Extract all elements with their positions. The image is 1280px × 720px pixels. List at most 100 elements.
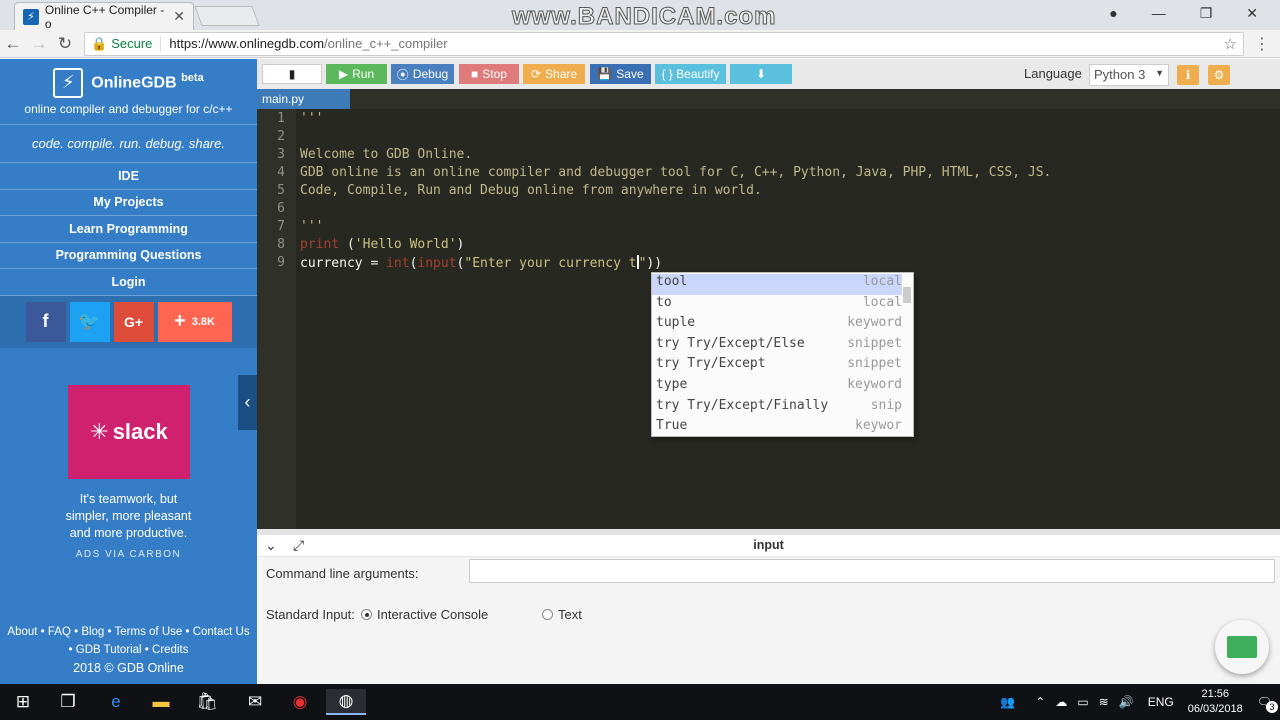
gear-icon: ⚙ [1213,68,1225,82]
file-explorer-icon[interactable]: ▬ [141,689,181,715]
back-icon[interactable]: ← [0,34,26,54]
minimize-icon[interactable]: — [1152,5,1166,21]
code-line-active: currency = int(input("Enter your currenc… [300,255,662,271]
autocomplete-item[interactable]: tool local [652,274,902,295]
windows-start-icon[interactable]: ⊞ [3,689,43,715]
cmd-args-label: Command line arguments: [266,566,419,581]
google-plus-icon[interactable]: G+ [113,301,154,342]
wifi-icon[interactable]: ≋ [1099,695,1109,709]
autocomplete-item[interactable]: tuple keyword [652,315,902,336]
url-field[interactable]: 🔒 Secure https://www.onlinegdb.com /onli… [84,31,1244,56]
sidebar-item-learn-programming[interactable]: Learn Programming [0,216,257,243]
brand-tagline: online compiler and debugger for c/c++ [24,101,233,116]
twitter-icon[interactable]: 🐦 [69,301,110,342]
autocomplete-item[interactable]: to local [652,295,902,316]
share-count-button[interactable]: + 3.8K [157,301,232,342]
new-file-button[interactable]: ▮ [262,64,322,84]
mail-app-icon[interactable]: ✉ [235,689,275,715]
slack-ad-image[interactable]: ✳ slack [68,385,190,479]
autocomplete-scrollbar[interactable] [903,277,911,433]
file-tabs: main.py [257,89,1280,109]
collapse-sidebar-button[interactable]: ‹ [238,375,257,430]
chevron-up-icon[interactable]: ⌃ [1035,695,1045,709]
radio-dot[interactable] [542,609,553,620]
file-tab-main-py[interactable]: main.py [257,89,350,109]
reload-icon[interactable]: ↻ [52,34,78,54]
feedback-mail-button[interactable] [1215,620,1269,674]
debug-icon: ⦿ [396,67,409,82]
code-line: Code, Compile, Run and Debug online from… [300,183,762,198]
sidebar-item-my-projects[interactable]: My Projects [0,190,257,216]
secure-indicator[interactable]: 🔒 Secure [91,35,162,52]
clock[interactable]: 21:56 06/03/2018 [1188,687,1243,717]
notifications-icon[interactable]: 🗨 3 [1257,695,1278,713]
line-number: 2 [277,129,285,144]
run-button[interactable]: ▶ Run [326,64,387,84]
ads-via-carbon[interactable]: ADS VIA CARBON [0,549,257,560]
battery-icon[interactable]: ▭ [1077,695,1088,709]
line-gutter: 1 2 3 4 5 6 7 8 9 [257,109,296,529]
lock-icon: 🔒 [91,35,108,51]
sidebar-item-login[interactable]: Login [0,269,257,296]
new-tab-button[interactable] [194,6,260,26]
settings-button[interactable]: ⚙ [1208,65,1230,85]
radio-interactive-console[interactable]: Interactive Console [361,607,488,622]
facebook-icon[interactable]: f [25,301,66,342]
language-select[interactable]: Python 3 ▼ [1089,64,1169,86]
sidebar-item-programming-questions[interactable]: Programming Questions [0,243,257,269]
editor-toolbar: ▮ ▶ Run ⦿ Debug ■ Stop ⟳ Share 💾 Save { } Bea… [257,59,1280,89]
autocomplete-item[interactable]: try Try/Except/Finally snip [652,398,902,419]
line-number: 8 [277,237,285,252]
language-indicator[interactable]: ENG [1148,695,1174,709]
radio-text[interactable]: Text [542,607,582,622]
task-view-icon[interactable]: ❐ [48,689,88,715]
share-button[interactable]: ⟳ Share [523,64,585,84]
code-line-text: currency = int(input("Enter your currenc… [300,255,663,271]
browser-menu-icon[interactable]: ⋮ [1254,34,1270,54]
autocomplete-item[interactable]: try Try/Except/Else snippet [652,336,902,357]
code-line: print ('Hello World') [300,237,465,252]
brand-header[interactable]: ⚡ OnlineGDB beta online compiler and deb… [0,59,257,125]
bandicam-icon[interactable]: ◉ [280,689,320,715]
cmd-args-input[interactable] [469,559,1275,583]
info-button[interactable]: ℹ [1177,65,1199,85]
bookmark-star-icon[interactable]: ☆ [1224,35,1237,53]
window-controls: ● — ❐ ✕ [1109,0,1280,26]
footer-links-2[interactable]: • GDB Tutorial • Credits [0,641,257,659]
carbon-ad[interactable]: ✳ slack It's teamwork, but simpler, more… [0,373,257,573]
beautify-button[interactable]: { } Beautify [655,64,726,84]
autocomplete-item[interactable]: try Try/Except snippet [652,356,902,377]
browser-tab[interactable]: ⚡ Online C++ Compiler - o ✕ [14,2,194,31]
chrome-icon[interactable]: ◍ [326,689,366,715]
store-icon[interactable]: 🛍 [187,689,227,715]
people-icon[interactable]: 👥 [1000,695,1015,709]
maximize-icon[interactable]: ❐ [1200,5,1213,22]
radio-dot[interactable] [361,609,372,620]
address-bar: ← → ↻ 🔒 Secure https://www.onlinegdb.com… [0,30,1280,58]
autocomplete-item[interactable]: True keywor [652,418,902,436]
slack-logo-icon: ✳ [90,419,109,444]
stop-button[interactable]: ■ Stop [459,64,519,84]
ad-text[interactable]: It's teamwork, but simpler, more pleasan… [0,491,257,542]
sidebar-footer: About • FAQ • Blog • Terms of Use • Cont… [0,623,257,677]
download-icon: ⬇ [755,67,767,81]
edge-browser-icon[interactable]: e [96,689,136,715]
forward-icon[interactable]: → [26,34,52,54]
volume-icon[interactable]: 🔊 [1119,695,1134,709]
slack-wordmark: slack [112,419,168,444]
sidebar-item-ide[interactable]: IDE [0,163,257,190]
save-button[interactable]: 💾 Save [590,64,651,84]
play-icon: ▶ [338,67,349,81]
line-number: 6 [277,201,285,216]
footer-links[interactable]: About • FAQ • Blog • Terms of Use • Cont… [0,623,257,641]
autocomplete-item[interactable]: type keyword [652,377,902,398]
profile-icon[interactable]: ● [1109,5,1117,21]
debug-button[interactable]: ⦿ Debug [391,64,454,84]
onedrive-icon[interactable]: ☁ [1055,695,1067,709]
download-button[interactable]: ⬇ [730,64,792,84]
autocomplete-popup[interactable]: tool local to local tuple keyword try Try/E… [651,272,914,437]
close-window-icon[interactable]: ✕ [1246,5,1258,22]
code-line: GDB online is an online compiler and deb… [300,165,1052,180]
scrollbar-thumb[interactable] [903,287,911,303]
tab-close-icon[interactable]: ✕ [173,8,185,25]
